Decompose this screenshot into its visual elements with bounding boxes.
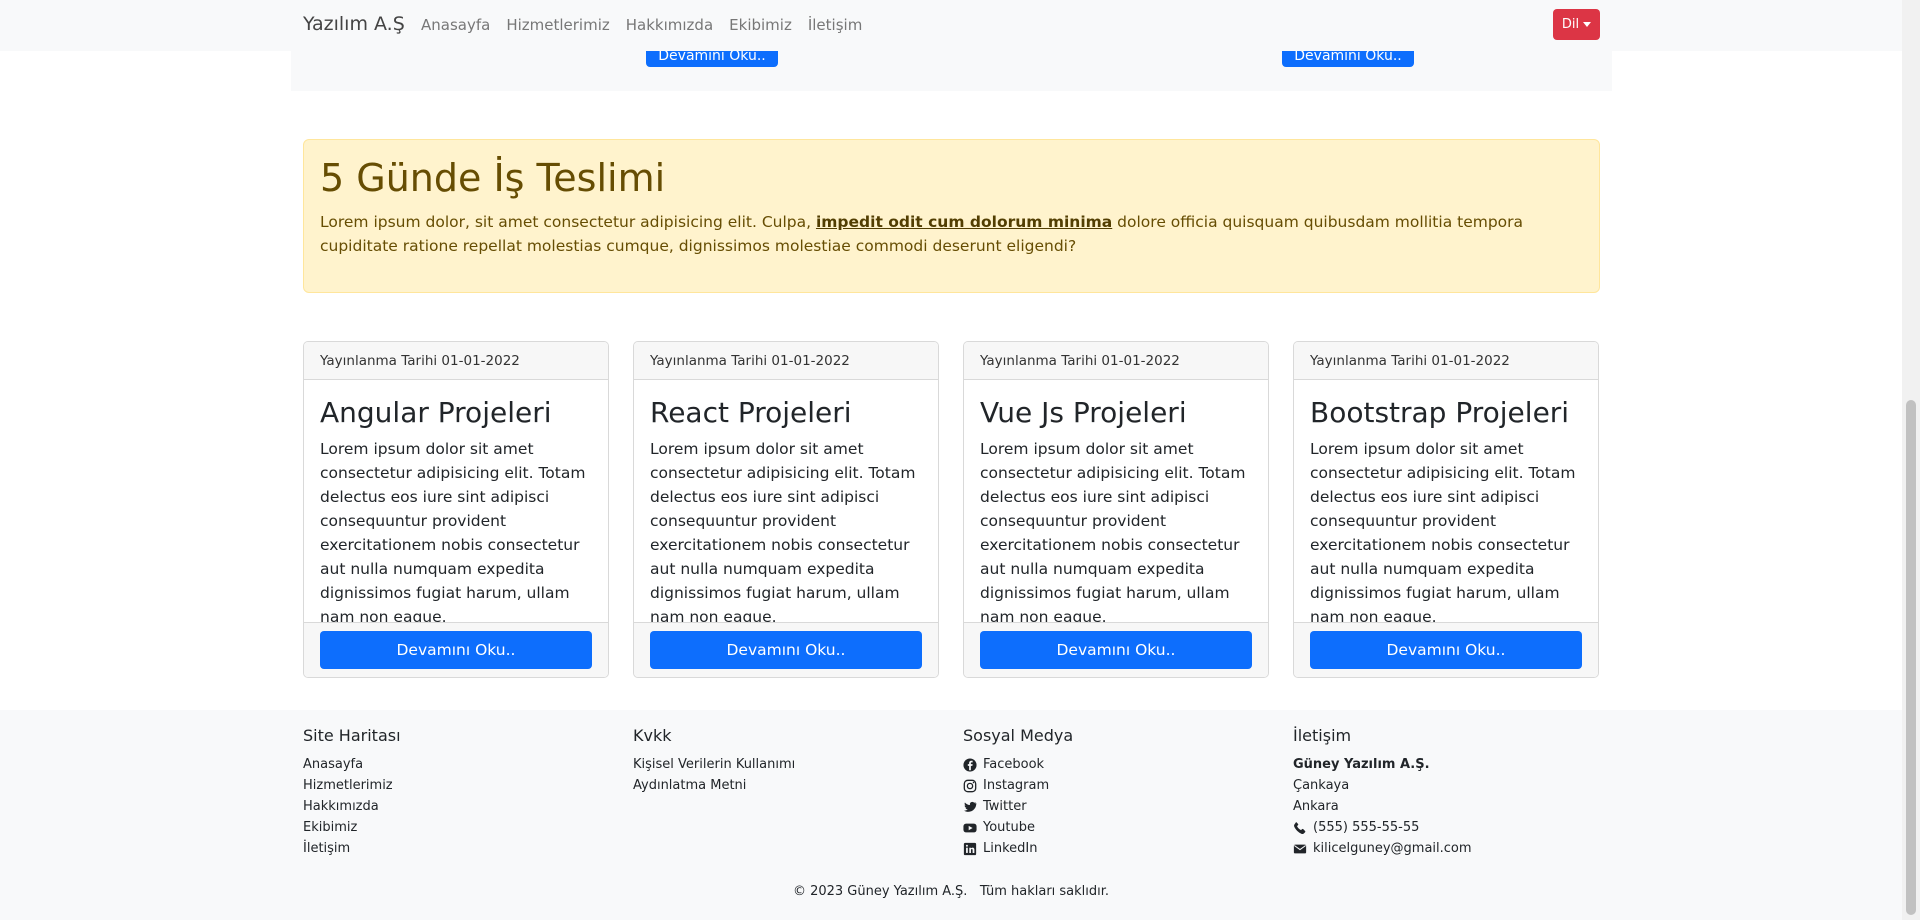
footer-link-facebook[interactable]: Facebook <box>963 754 1073 775</box>
project-card-react: Yayınlanma Tarihi 01-01-2022 React Proje… <box>633 341 939 678</box>
footer-heading: Site Haritası <box>303 726 401 745</box>
project-card-angular: Yayınlanma Tarihi 01-01-2022 Angular Pro… <box>303 341 609 678</box>
card-text: Lorem ipsum dolor sit amet consectetur a… <box>1310 440 1576 626</box>
copyright: © 2023 Güney Yazılım A.Ş. Tüm hakları sa… <box>792 884 1110 899</box>
footer-link-team[interactable]: Ekibimiz <box>303 817 401 838</box>
brand-logo[interactable]: Yazılım A.Ş <box>303 13 405 35</box>
card-body: Bootstrap Projeleri Lorem ipsum dolor si… <box>1294 380 1598 626</box>
card-header: Yayınlanma Tarihi 01-01-2022 <box>1294 342 1598 380</box>
nav-link-team[interactable]: Ekibimiz <box>729 16 792 34</box>
alert-text: Lorem ipsum dolor, sit amet consectetur … <box>320 212 1524 255</box>
youtube-icon <box>963 823 977 832</box>
email[interactable]: kilicelguney@gmail.com <box>1293 838 1472 859</box>
footer-link-youtube[interactable]: Youtube <box>963 817 1073 838</box>
footer-link-home[interactable]: Anasayfa <box>303 754 401 775</box>
footer-social: Sosyal Medya Facebook Instagram Twitter … <box>963 726 1073 859</box>
company-name: Güney Yazılım A.Ş. <box>1293 757 1430 772</box>
card-text: Lorem ipsum dolor sit amet consectetur a… <box>650 440 916 626</box>
card-body: Vue Js Projeleri Lorem ipsum dolor sit a… <box>964 380 1268 626</box>
delivery-alert: 5 Günde İş Teslimi Lorem ipsum dolor, si… <box>303 139 1600 293</box>
caret-down-icon <box>1583 22 1592 27</box>
card-footer: Devamını Oku.. <box>1294 622 1598 677</box>
nav-link-about[interactable]: Hakkımızda <box>626 16 713 34</box>
footer-heading: İletişim <box>1293 726 1352 745</box>
footer-link-services[interactable]: Hizmetlerimiz <box>303 775 401 796</box>
envelope-icon <box>1293 844 1307 853</box>
footer-heading: Kvkk <box>633 726 672 745</box>
card-text: Lorem ipsum dolor sit amet consectetur a… <box>320 440 586 626</box>
footer-link-data-usage[interactable]: Kişisel Verilerin Kullanımı <box>633 754 795 775</box>
read-more-button[interactable]: Devamını Oku.. <box>980 631 1252 669</box>
nav-link-contact[interactable]: İletişim <box>808 16 862 34</box>
card-header: Yayınlanma Tarihi 01-01-2022 <box>304 342 608 380</box>
nav-link-home[interactable]: Anasayfa <box>421 16 490 34</box>
alert-link[interactable]: impedit odit cum dolorum minima <box>816 213 1112 231</box>
alert-title: 5 Günde İş Teslimi <box>320 156 666 200</box>
card-title: Angular Projeleri <box>320 396 552 429</box>
footer-link-linkedin[interactable]: LinkedIn <box>963 838 1073 859</box>
city: Ankara <box>1293 799 1339 814</box>
phone-icon <box>1294 821 1306 834</box>
footer-link-twitter[interactable]: Twitter <box>963 796 1073 817</box>
card-footer: Devamını Oku.. <box>634 622 938 677</box>
footer-link-instagram[interactable]: Instagram <box>963 775 1073 796</box>
card-body: Angular Projeleri Lorem ipsum dolor sit … <box>304 380 608 626</box>
footer: Site Haritası Anasayfa Hizmetlerimiz Hak… <box>0 710 1902 920</box>
footer-contact: İletişim Güney Yazılım A.Ş. Çankaya Anka… <box>1293 726 1472 859</box>
card-title: Vue Js Projeleri <box>980 396 1187 429</box>
card-header: Yayınlanma Tarihi 01-01-2022 <box>634 342 938 380</box>
card-body: React Projeleri Lorem ipsum dolor sit am… <box>634 380 938 626</box>
footer-sitemap: Site Haritası Anasayfa Hizmetlerimiz Hak… <box>303 726 401 859</box>
nav-link-services[interactable]: Hizmetlerimiz <box>506 16 609 34</box>
footer-link-clarification[interactable]: Aydınlatma Metni <box>633 775 795 796</box>
footer-link-contact[interactable]: İletişim <box>303 838 401 859</box>
language-label: Dil <box>1561 17 1580 32</box>
read-more-button[interactable]: Devamını Oku.. <box>650 631 922 669</box>
instagram-icon <box>963 779 977 792</box>
card-text: Lorem ipsum dolor sit amet consectetur a… <box>980 440 1246 626</box>
read-more-button[interactable]: Devamını Oku.. <box>320 631 592 669</box>
facebook-icon <box>963 757 977 772</box>
nav-links: Anasayfa Hizmetlerimiz Hakkımızda Ekibim… <box>421 16 878 34</box>
card-title: React Projeleri <box>650 396 852 429</box>
district: Çankaya <box>1293 778 1350 793</box>
language-dropdown-button[interactable]: Dil <box>1553 9 1600 40</box>
navbar: Yazılım A.Ş Anasayfa Hizmetlerimiz Hakkı… <box>0 0 1902 51</box>
footer-heading: Sosyal Medya <box>963 726 1074 745</box>
card-footer: Devamını Oku.. <box>964 622 1268 677</box>
phone[interactable]: (555) 555-55-55 <box>1293 817 1472 838</box>
twitter-icon <box>964 801 977 812</box>
project-card-bootstrap: Yayınlanma Tarihi 01-01-2022 Bootstrap P… <box>1293 341 1599 678</box>
read-more-button[interactable]: Devamını Oku.. <box>1310 631 1582 669</box>
card-footer: Devamını Oku.. <box>304 622 608 677</box>
card-title: Bootstrap Projeleri <box>1310 396 1570 429</box>
project-card-vue: Yayınlanma Tarihi 01-01-2022 Vue Js Proj… <box>963 341 1269 678</box>
page-scrollbar[interactable] <box>1902 0 1920 920</box>
linkedin-icon <box>963 842 977 855</box>
footer-link-about[interactable]: Hakkımızda <box>303 796 401 817</box>
footer-kvkk: Kvkk Kişisel Verilerin Kullanımı Aydınla… <box>633 726 795 796</box>
scrollbar-thumb[interactable] <box>1906 400 1916 915</box>
card-header: Yayınlanma Tarihi 01-01-2022 <box>964 342 1268 380</box>
